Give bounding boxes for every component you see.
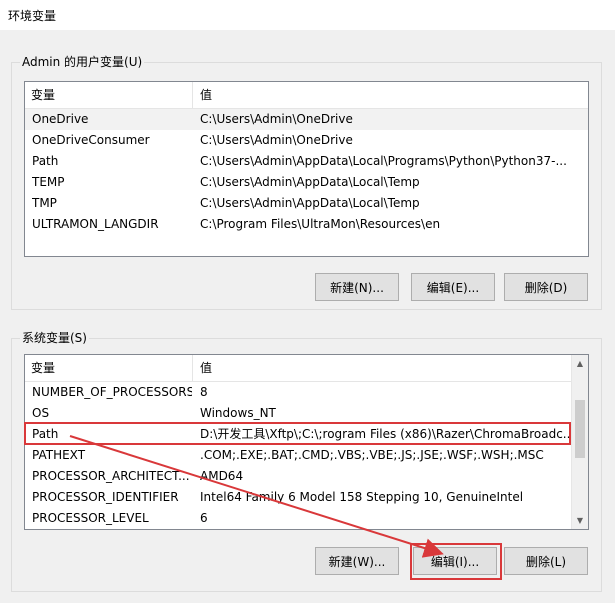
user-delete-button[interactable]: 删除(D) (504, 273, 588, 301)
table-row[interactable]: NUMBER_OF_PROCESSORS 8 (25, 382, 588, 403)
variable-value: C:\Users\Admin\AppData\Local\Programs\Py… (200, 154, 567, 168)
table-row[interactable]: ULTRAMON_LANGDIR C:\Program Files\UltraM… (25, 214, 588, 235)
column-header-variable[interactable]: 变量 (25, 355, 193, 381)
list-header: 变量 值 (25, 355, 588, 382)
table-row[interactable]: OS Windows_NT (25, 403, 588, 424)
table-row[interactable]: OneDriveConsumer C:\Users\Admin\OneDrive (25, 130, 588, 151)
variable-name: PROCESSOR_ARCHITECT... (32, 469, 190, 483)
variable-value: 8 (200, 385, 208, 399)
variable-name: OneDriveConsumer (32, 133, 150, 147)
table-row[interactable]: TEMP C:\Users\Admin\AppData\Local\Temp (25, 172, 588, 193)
table-row[interactable]: PATHEXT .COM;.EXE;.BAT;.CMD;.VBS;.VBE;.J… (25, 445, 588, 466)
scroll-down-arrow-icon[interactable]: ▼ (572, 512, 588, 529)
column-header-value[interactable]: 值 (193, 82, 573, 108)
system-delete-button[interactable]: 删除(L) (504, 547, 588, 575)
column-header-variable[interactable]: 变量 (25, 82, 193, 108)
system-edit-button[interactable]: 编辑(I)... (413, 547, 497, 575)
user-variables-label: Admin 的用户变量(U) (20, 54, 145, 70)
window-title: 环境变量 (8, 9, 57, 23)
system-new-button[interactable]: 新建(W)... (315, 547, 399, 575)
variable-name: PROCESSOR_LEVEL (32, 511, 149, 525)
vertical-scrollbar[interactable]: ▲ ▼ (571, 355, 588, 529)
table-row[interactable]: PROCESSOR_ARCHITECT... AMD64 (25, 466, 588, 487)
variable-value: .COM;.EXE;.BAT;.CMD;.VBS;.VBE;.JS;.JSE;.… (200, 448, 544, 462)
variable-name: OS (32, 406, 50, 420)
variable-value: D:\开发工具\Xftp\;C:\;rogram Files (x86)\Raz… (200, 427, 572, 441)
table-row[interactable]: OneDrive C:\Users\Admin\OneDrive (25, 109, 588, 130)
variable-name: TEMP (32, 175, 65, 189)
variable-name: Path (32, 427, 59, 441)
variable-value: AMD64 (200, 469, 244, 483)
variable-value: Intel64 Family 6 Model 158 Stepping 10, … (200, 490, 524, 504)
table-row[interactable]: TMP C:\Users\Admin\AppData\Local\Temp (25, 193, 588, 214)
table-row[interactable]: PROCESSOR_LEVEL 6 (25, 508, 588, 529)
system-variables-label: 系统变量(S) (20, 330, 89, 346)
user-variables-list[interactable]: 变量 值 OneDrive C:\Users\Admin\OneDrive On… (24, 81, 589, 257)
system-variables-list[interactable]: 变量 值 NUMBER_OF_PROCESSORS 8 OS Windows_N… (24, 354, 589, 530)
title-bar: 环境变量 (0, 0, 615, 30)
variable-value: C:\Users\Admin\OneDrive (200, 112, 353, 126)
variable-name: TMP (32, 196, 57, 210)
variable-value: Windows_NT (200, 406, 276, 420)
variable-name: ULTRAMON_LANGDIR (32, 217, 159, 231)
variable-value: C:\Users\Admin\AppData\Local\Temp (200, 196, 420, 210)
table-row[interactable]: PROCESSOR_IDENTIFIER Intel64 Family 6 Mo… (25, 487, 588, 508)
list-header: 变量 值 (25, 82, 588, 109)
scroll-up-arrow-icon[interactable]: ▲ (572, 355, 588, 372)
table-row[interactable]: Path D:\开发工具\Xftp\;C:\;rogram Files (x86… (25, 424, 588, 445)
variable-name: PATHEXT (32, 448, 86, 462)
variable-name: NUMBER_OF_PROCESSORS (32, 385, 192, 399)
variable-name: Path (32, 154, 59, 168)
variable-value: C:\Users\Admin\OneDrive (200, 133, 353, 147)
user-new-button[interactable]: 新建(N)... (315, 273, 399, 301)
variable-name: OneDrive (32, 112, 89, 126)
variable-value: C:\Program Files\UltraMon\Resources\en (200, 217, 441, 231)
variable-value: C:\Users\Admin\AppData\Local\Temp (200, 175, 420, 189)
variable-name: PROCESSOR_IDENTIFIER (32, 490, 179, 504)
user-edit-button[interactable]: 编辑(E)... (411, 273, 495, 301)
scroll-thumb[interactable] (575, 400, 585, 458)
variable-value: 6 (200, 511, 208, 525)
table-row[interactable]: Path C:\Users\Admin\AppData\Local\Progra… (25, 151, 588, 172)
column-header-value[interactable]: 值 (193, 355, 573, 381)
